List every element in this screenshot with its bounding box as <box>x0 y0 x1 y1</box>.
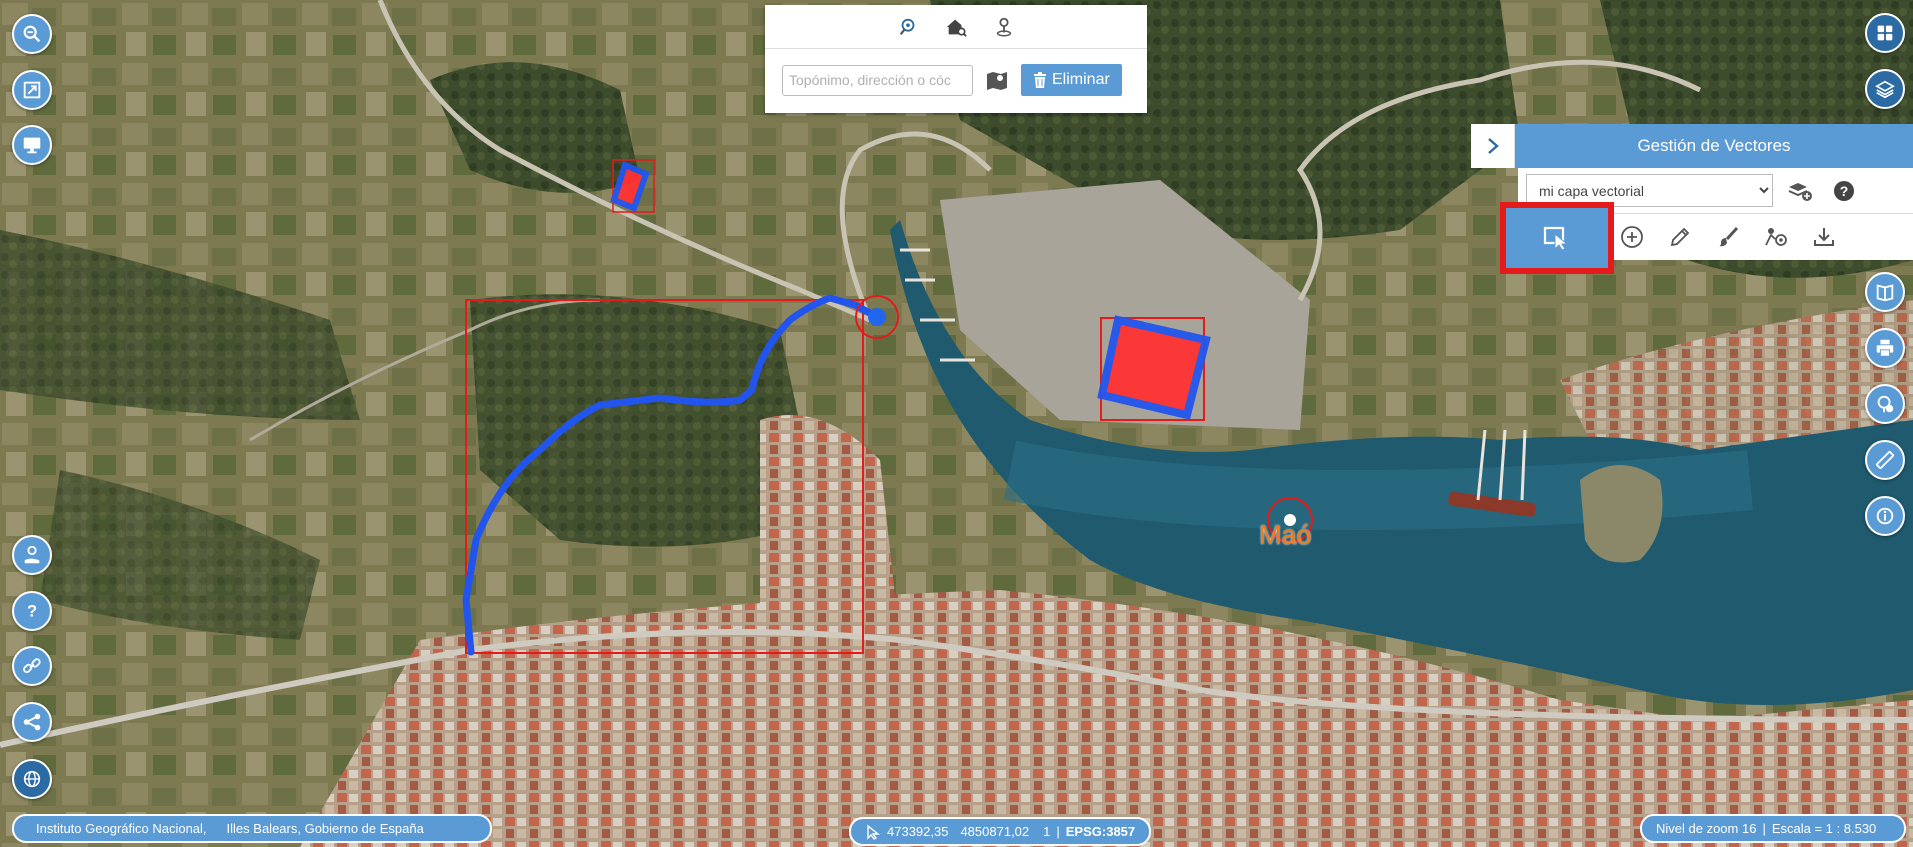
pin-coordinates-icon <box>996 17 1012 36</box>
tab-address-search[interactable] <box>943 14 969 40</box>
question-circle-icon: ? <box>1834 180 1854 201</box>
crs-label: EPSG:3857 <box>1065 824 1136 839</box>
download-button[interactable] <box>1804 217 1844 257</box>
extent-icon <box>23 81 41 99</box>
help-button[interactable]: ? <box>12 591 52 631</box>
collapse-panel-button[interactable] <box>1471 124 1515 168</box>
delete-button[interactable]: Eliminar <box>1021 64 1122 96</box>
tab-coordinates[interactable] <box>991 14 1017 40</box>
monitor-icon <box>23 137 41 154</box>
ruler-icon <box>1876 451 1894 469</box>
hand-pin-icon <box>24 545 40 564</box>
coord-count: 1 <box>1043 824 1051 839</box>
style-brush-icon <box>1719 226 1739 247</box>
measure-button[interactable] <box>1865 440 1905 480</box>
share-icon <box>23 713 41 731</box>
search-input[interactable] <box>782 64 973 96</box>
vector-panel-title: Gestión de Vectores <box>1515 124 1913 168</box>
style-button[interactable] <box>1708 217 1748 257</box>
layers-button[interactable] <box>1865 69 1905 109</box>
magnifier-icon <box>23 25 41 43</box>
scale-text: Escala = 1 : 8.530 <box>1771 821 1877 836</box>
link-icon <box>23 658 41 674</box>
select-tool-inner <box>1514 217 1600 259</box>
zoom-scale-bar: Nivel de zoom 16 | Escala = 1 : 8.530 <box>1640 814 1906 843</box>
map-book-icon <box>1876 284 1894 302</box>
basemap-grid-button[interactable] <box>1865 13 1905 53</box>
zoom-separator: | <box>1762 821 1766 836</box>
edit-feature-button[interactable] <box>1660 217 1700 257</box>
search-row: Eliminar <box>765 49 1147 96</box>
coord-x: 473392,35 <box>887 824 949 839</box>
select-icon <box>1543 226 1569 251</box>
delete-button-label: Eliminar <box>1052 71 1110 88</box>
coord-separator: | <box>1056 824 1060 839</box>
search-panel: Eliminar <box>765 5 1147 113</box>
add-icon <box>1621 226 1643 248</box>
chevron-right-icon <box>1487 138 1499 154</box>
download-icon <box>1814 228 1834 246</box>
book-button[interactable] <box>1865 272 1905 312</box>
globe-icon <box>23 770 41 788</box>
share-button[interactable] <box>12 702 52 742</box>
zoom-extent-button[interactable] <box>12 70 52 110</box>
pin-info-icon <box>1877 395 1894 413</box>
coordinates-bar[interactable]: 473392,35 4850871,02 1 | EPSG:3857 <box>849 817 1151 846</box>
coord-y: 4850871,02 <box>960 824 1030 839</box>
edit-pencil-icon <box>1670 227 1690 247</box>
printer-icon <box>1876 339 1894 357</box>
fullscreen-button[interactable] <box>12 125 52 165</box>
link-button[interactable] <box>12 646 52 686</box>
place-label-mao: Maó <box>1259 520 1312 550</box>
attribution-bar: Instituto Geográfico Nacional, Illes Bal… <box>12 814 492 843</box>
add-layer-button[interactable] <box>1783 174 1817 208</box>
location-button[interactable] <box>12 535 52 575</box>
map-marker-icon <box>987 72 1007 90</box>
search-tabs <box>765 5 1147 49</box>
analysis-icon <box>1765 228 1787 246</box>
layers-icon <box>1875 80 1895 99</box>
globe-button[interactable] <box>12 759 52 799</box>
analysis-button[interactable] <box>1756 217 1796 257</box>
info-icon <box>1876 507 1894 525</box>
trash-icon <box>1034 72 1046 88</box>
attribution-balears: Illes Balears, Gobierno de España <box>226 821 424 836</box>
vector-panel-header: Gestión de Vectores <box>1471 124 1913 168</box>
help-vector-button[interactable]: ? <box>1827 174 1861 208</box>
zoom-level: Nivel de zoom 16 <box>1656 821 1757 836</box>
layers-add-icon <box>1788 182 1812 201</box>
map-search-button[interactable] <box>983 66 1011 94</box>
add-feature-button[interactable] <box>1612 217 1652 257</box>
attribution-ign: Instituto Geográfico Nacional, <box>36 821 207 836</box>
zoom-search-button[interactable] <box>12 14 52 54</box>
info-button[interactable] <box>1865 496 1905 536</box>
grid-icon <box>1877 25 1893 41</box>
print-button[interactable] <box>1865 328 1905 368</box>
info-point-button[interactable] <box>1865 384 1905 424</box>
tab-search-location[interactable] <box>895 14 921 40</box>
cursor-icon <box>867 824 880 840</box>
question-icon: ? <box>27 603 37 621</box>
house-search-icon <box>946 19 967 37</box>
svg-text:?: ? <box>27 603 37 621</box>
search-location-icon <box>899 18 915 35</box>
select-feature-button[interactable] <box>1500 202 1614 274</box>
svg-text:?: ? <box>1840 183 1849 199</box>
